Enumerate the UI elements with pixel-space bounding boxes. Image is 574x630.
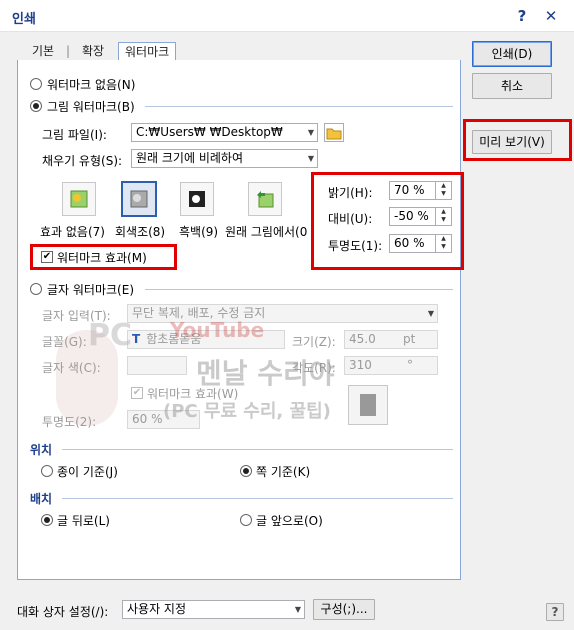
- text-effect-icon: [360, 394, 376, 416]
- contrast-value: -50 %: [394, 209, 429, 223]
- picture-section-divider: [145, 106, 453, 107]
- page-based-label: 쪽 기준(K): [256, 465, 311, 479]
- picture-watermark-label: 그림 워터마크(B): [47, 100, 135, 114]
- angle-spinner[interactable]: 310 °: [344, 356, 438, 375]
- dialog-setting-select[interactable]: 사용자 지정 ▼: [122, 600, 305, 619]
- effect-bw-label: 흑백(9): [179, 225, 219, 239]
- position-divider: [62, 449, 453, 450]
- fill-type-select[interactable]: 원래 크기에 비례하여 ▼: [131, 149, 318, 168]
- spinner-arrows-icon[interactable]: ▲ ▼: [435, 208, 451, 225]
- text-section-divider: [145, 289, 453, 290]
- transparency-value: 60 %: [394, 236, 425, 250]
- picture-restore-icon: [257, 191, 274, 208]
- effect-bw-button[interactable]: [180, 182, 214, 216]
- contrast-label: 대비(U):: [328, 212, 373, 226]
- behind-text-label: 글 뒤로(L): [57, 514, 110, 528]
- chevron-down-icon: ▼: [307, 128, 314, 137]
- radio-front-text[interactable]: [240, 514, 252, 526]
- tab-extended[interactable]: 확장: [82, 42, 104, 61]
- brightness-spinner[interactable]: 70 % ▲ ▼: [389, 181, 452, 200]
- radio-page-based[interactable]: [240, 465, 252, 477]
- spinner-arrows-icon[interactable]: ▲ ▼: [435, 182, 451, 199]
- brightness-label: 밝기(H):: [328, 186, 373, 200]
- font-type-icon: T: [132, 332, 141, 346]
- dialog-setting-value: 사용자 지정: [127, 602, 187, 616]
- text-effect-preview-button[interactable]: [348, 385, 388, 425]
- dialog-title: 인쇄: [12, 12, 36, 27]
- radio-picture-watermark[interactable]: [30, 100, 42, 112]
- radio-paper-based[interactable]: [41, 465, 53, 477]
- print-button[interactable]: 인쇄(D): [472, 41, 552, 67]
- chevron-down-icon: ▼: [307, 154, 314, 163]
- chevron-down-icon: ▼: [294, 605, 301, 614]
- layout-section-title: 배치: [30, 492, 53, 506]
- folder-browse-button[interactable]: [324, 123, 344, 142]
- title-bar: [0, 0, 574, 32]
- front-text-label: 글 앞으로(O): [256, 514, 323, 528]
- fill-type-label: 채우기 유형(S):: [42, 154, 123, 168]
- help-icon[interactable]: ?: [546, 603, 564, 621]
- help-button[interactable]: ?: [509, 4, 535, 28]
- overlay-youtube-text: YouTube: [170, 318, 265, 342]
- text-watermark-label: 글자 워터마크(E): [47, 283, 135, 297]
- dialog-setting-label: 대화 상자 설정(/):: [17, 605, 109, 619]
- close-button[interactable]: ✕: [538, 4, 564, 28]
- picture-grayscale-icon: [130, 190, 148, 208]
- effect-original-label: 원래 그림에서(0): [225, 225, 307, 239]
- size-unit: pt: [403, 332, 416, 346]
- layout-divider: [62, 498, 453, 499]
- picture-file-field[interactable]: C:₩Users₩ ₩Desktop₩ ▼: [131, 123, 318, 142]
- transparency-spinner[interactable]: 60 % ▲ ▼: [389, 234, 452, 253]
- radio-text-watermark[interactable]: [30, 283, 42, 295]
- watermark-effect-label: 워터마크 효과(M): [57, 251, 147, 265]
- chevron-down-icon: ▼: [427, 309, 434, 318]
- effect-grayscale-label: 회색조(8): [115, 225, 166, 239]
- config-button[interactable]: 구성(;)...: [313, 599, 375, 620]
- picture-file-label: 그림 파일(I):: [42, 128, 107, 142]
- text-effect-checkbox[interactable]: ✔: [131, 387, 143, 399]
- cancel-button[interactable]: 취소: [472, 73, 552, 99]
- spinner-arrows-icon[interactable]: ▲ ▼: [435, 235, 451, 252]
- text-transparency-value: 60 %: [132, 412, 163, 426]
- tab-watermark[interactable]: 워터마크: [118, 42, 177, 61]
- size-value: 45.0: [349, 332, 376, 346]
- size-spinner[interactable]: 45.0 pt: [344, 330, 438, 349]
- picture-file-value: C:₩Users₩ ₩Desktop₩: [136, 125, 283, 139]
- preview-button[interactable]: 미리 보기(V): [472, 130, 552, 154]
- effect-none-label: 효과 없음(7): [40, 225, 105, 239]
- fill-type-value: 원래 크기에 비례하여: [136, 151, 243, 165]
- brightness-value: 70 %: [394, 183, 425, 197]
- overlay-brand-text: 멘날 수리야: [196, 357, 335, 390]
- paper-based-label: 종이 기준(J): [57, 465, 118, 479]
- radio-no-watermark[interactable]: [30, 78, 42, 90]
- contrast-spinner[interactable]: -50 % ▲ ▼: [389, 207, 452, 226]
- overlay-brand-sub: (PC 무료 수리, 꿀팁): [163, 401, 331, 422]
- picture-bw-icon: [189, 191, 205, 207]
- folder-icon: [326, 128, 342, 140]
- radio-behind-text[interactable]: [41, 514, 53, 526]
- effect-grayscale-button[interactable]: [121, 181, 157, 217]
- overlay-mascot-logo: [56, 330, 118, 426]
- effect-original-button[interactable]: [248, 182, 282, 216]
- tab-separator: |: [66, 44, 71, 58]
- angle-value: 310: [349, 358, 372, 372]
- size-label: 크기(Z):: [292, 335, 336, 349]
- angle-unit: °: [407, 358, 413, 372]
- transparency-label: 투명도(1):: [328, 239, 383, 253]
- no-watermark-label: 워터마크 없음(N): [47, 78, 136, 92]
- position-section-title: 위치: [30, 443, 53, 457]
- picture-color-icon: [70, 190, 88, 208]
- text-color-picker[interactable]: [127, 356, 187, 375]
- watermark-effect-checkbox[interactable]: ✔: [41, 251, 53, 263]
- effect-none-button[interactable]: [62, 182, 96, 216]
- tab-basic[interactable]: 기본: [32, 42, 54, 61]
